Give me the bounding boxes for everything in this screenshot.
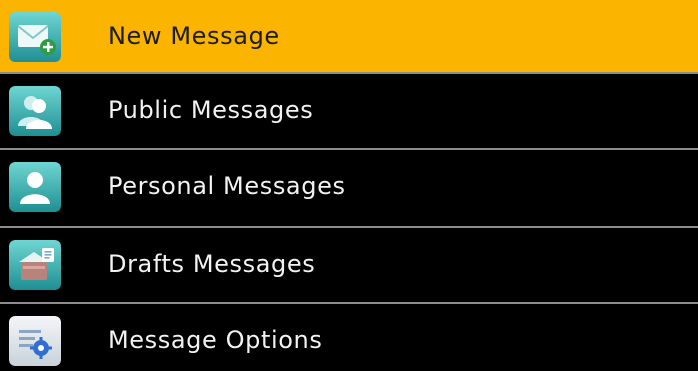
menu-item-label: Message Options bbox=[108, 326, 323, 354]
public-messages-icon bbox=[9, 86, 61, 136]
drafts-messages-icon bbox=[9, 240, 61, 290]
message-menu: New Message Public Messages Personal Mes… bbox=[0, 0, 698, 371]
menu-item-new-message[interactable]: New Message bbox=[0, 0, 698, 73]
message-options-icon bbox=[9, 316, 61, 366]
menu-item-label: Drafts Messages bbox=[108, 250, 316, 278]
menu-item-message-options[interactable]: Message Options bbox=[0, 304, 698, 371]
menu-item-label: Public Messages bbox=[108, 96, 314, 124]
new-message-icon bbox=[9, 12, 61, 62]
menu-item-personal-messages[interactable]: Personal Messages bbox=[0, 150, 698, 223]
menu-item-label: Personal Messages bbox=[108, 172, 346, 200]
menu-item-label: New Message bbox=[108, 22, 280, 50]
personal-messages-icon bbox=[9, 162, 61, 212]
menu-item-drafts-messages[interactable]: Drafts Messages bbox=[0, 228, 698, 301]
menu-item-public-messages[interactable]: Public Messages bbox=[0, 74, 698, 147]
